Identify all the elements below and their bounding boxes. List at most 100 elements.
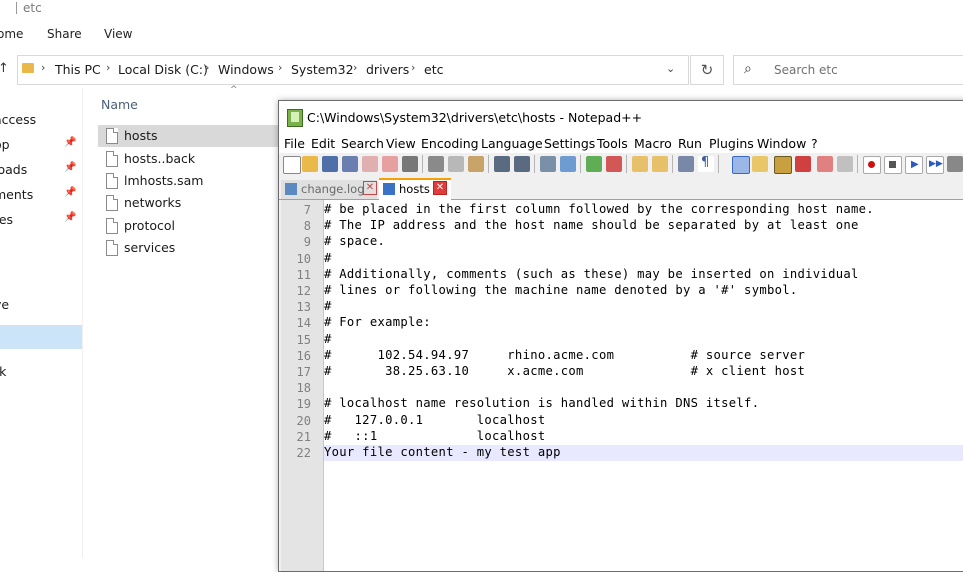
indent-guide-icon[interactable] [732,156,750,174]
monitoring-icon[interactable] [837,156,853,172]
ribbon-tab-view[interactable]: View [104,27,132,41]
code-line[interactable]: # Additionally, comments (such as these)… [324,267,963,283]
run-macro-multiple-icon[interactable]: ▶▶ [926,156,944,174]
close-all-icon[interactable] [382,156,398,172]
file-row-lmhosts[interactable]: lmhosts.sam [98,170,278,192]
code-line[interactable]: # be placed in the first column followed… [324,202,963,218]
breadcrumb-local-disk[interactable]: Local Disk (C:) [118,62,208,77]
code-line[interactable]: # 102.54.94.97 rhino.acme.com # source s… [324,348,963,364]
cut-icon[interactable] [428,156,444,172]
menu-language[interactable]: Language [481,136,543,151]
file-row-networks[interactable]: networks [98,192,278,214]
code-line[interactable]: # localhost name resolution is handled w… [324,396,963,412]
current-code-line[interactable]: Your file content - my test app [324,445,963,461]
breadcrumb-drivers[interactable]: drivers [366,62,409,77]
menu-tools[interactable]: Tools [597,136,628,151]
code-line[interactable]: # space. [324,234,963,250]
record-macro-icon[interactable] [863,156,881,174]
nav-item-network[interactable]: rk [0,360,82,384]
file-row-hosts[interactable]: hosts [98,125,298,147]
play-macro-icon[interactable]: ▶ [905,156,923,174]
file-row-hosts-back[interactable]: hosts..back [98,148,278,170]
code-line[interactable]: # [324,251,963,267]
notepadpp-title-bar[interactable]: C:\Windows\System32\drivers\etc\hosts - … [279,101,963,133]
nav-item-7[interactable]: s [0,259,82,283]
copy-icon[interactable] [448,156,464,172]
nav-item-this-pc[interactable] [0,325,82,349]
new-file-icon[interactable] [283,156,301,174]
close-icon[interactable]: ✕ [433,181,447,195]
project-icon[interactable] [817,156,833,172]
nav-item-documents[interactable]: ments 📌 [0,183,82,207]
file-row-services[interactable]: services [98,237,278,259]
line-number: 11 [296,267,311,282]
menu-run[interactable]: Run [678,136,702,151]
menu-window[interactable]: Window [757,136,806,151]
menu-macro[interactable]: Macro [634,136,672,151]
breadcrumb-system32[interactable]: System32 [291,62,354,77]
code-line[interactable]: # For example: [324,315,963,331]
function-list-icon[interactable] [774,156,792,174]
code-line[interactable]: # lines or following the machine name de… [324,283,963,299]
menu-encoding[interactable]: Encoding [421,136,479,151]
ribbon-tab-home[interactable]: ome [0,27,23,41]
breadcrumb-this-pc[interactable]: This PC [55,62,101,77]
menu-settings[interactable]: Settings [544,136,595,151]
print-icon[interactable] [402,156,418,172]
tab-change-log[interactable]: change.log ✕ [281,180,377,199]
sync-horizontal-icon[interactable] [652,156,668,172]
file-row-protocol[interactable]: protocol [98,215,278,237]
column-header-name[interactable]: Name [101,97,138,112]
redo-icon[interactable] [514,156,530,172]
code-line[interactable]: # 127.0.0.1 localhost [324,413,963,429]
code-line[interactable]: # [324,299,963,315]
find-icon[interactable] [540,156,556,172]
menu-file[interactable]: File [284,136,305,151]
word-wrap-icon[interactable] [678,156,694,172]
save-all-icon[interactable] [342,156,358,172]
explorer-window-title: etc [23,1,42,15]
nav-item-desktop[interactable]: op 📌 [0,133,82,157]
close-icon[interactable]: ✕ [363,181,377,195]
code-line[interactable]: # The IP address and the host name shoul… [324,218,963,234]
code-line[interactable]: # ::1 localhost [324,429,963,445]
code-line[interactable] [324,380,963,396]
replace-icon[interactable] [560,156,576,172]
open-file-icon[interactable] [302,156,318,172]
line-number: 22 [296,446,311,460]
menu-view[interactable]: View [386,136,416,151]
nav-item-6[interactable] [0,234,82,258]
code-line[interactable]: # 38.25.63.10 x.acme.com # x client host [324,364,963,380]
nav-item-pictures[interactable]: res 📌 [0,208,82,232]
paste-icon[interactable] [468,156,484,172]
nav-item-quick-access[interactable]: access [0,108,82,132]
show-all-chars-icon[interactable]: ¶ [698,155,714,172]
code-line[interactable]: # [324,332,963,348]
document-map-icon[interactable] [752,156,768,172]
menu-plugins[interactable]: Plugins [709,136,754,151]
up-arrow-icon[interactable]: ↑ [0,61,9,76]
menu-edit[interactable]: Edit [311,136,335,151]
nav-item-downloads[interactable]: loads 📌 [0,158,82,182]
nav-item-onedrive[interactable]: ve [0,293,82,317]
tab-hosts[interactable]: hosts ✕ [379,178,451,201]
search-input[interactable]: ⌕ Search etc [733,55,963,85]
breadcrumb-windows[interactable]: Windows [218,62,274,77]
folder-as-workspace-icon[interactable] [795,156,811,172]
undo-icon[interactable] [494,156,510,172]
sync-vertical-icon[interactable] [632,156,648,172]
menu-search[interactable]: Search [341,136,384,151]
breadcrumb-etc[interactable]: etc [424,62,443,77]
save-macro-icon[interactable] [947,156,963,172]
save-icon[interactable] [322,156,338,172]
menu-help[interactable]: ? [811,136,818,151]
zoom-in-icon[interactable] [586,156,602,172]
refresh-button[interactable]: ↻ [690,55,724,85]
text-editor[interactable]: 7 8 9 10 11 12 13 14 15 16 17 18 19 20 21 22 # be place… [281,200,963,571]
ribbon-tab-share[interactable]: Share [47,27,82,41]
close-file-icon[interactable] [362,156,378,172]
zoom-out-icon[interactable] [606,156,622,172]
address-bar[interactable]: › This PC › Local Disk (C:) › Windows › … [17,55,689,85]
stop-macro-icon[interactable] [884,156,902,174]
chevron-down-icon[interactable]: ⌄ [666,62,675,75]
